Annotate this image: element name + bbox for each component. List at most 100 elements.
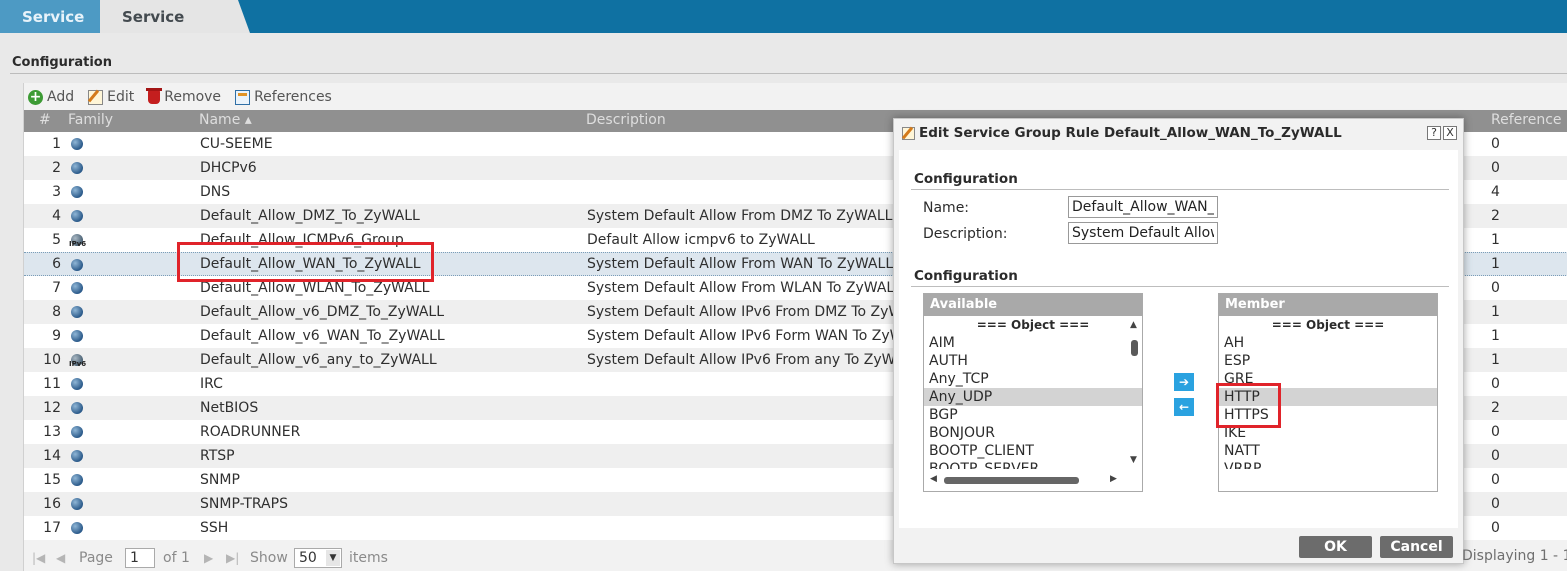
row-number: 7 xyxy=(52,280,61,296)
tab-service[interactable]: Service xyxy=(0,0,100,33)
member-option[interactable]: AH xyxy=(1219,334,1437,352)
ipv6-tag: IPv6 xyxy=(69,240,87,248)
row-number: 3 xyxy=(52,184,61,200)
col-header-reference[interactable]: Reference xyxy=(1491,112,1562,128)
items-per-page-value: 50 xyxy=(299,550,317,566)
globe-icon xyxy=(71,522,83,534)
row-name: DNS xyxy=(200,184,231,200)
available-option[interactable]: BOOTP_CLIENT xyxy=(924,442,1142,460)
available-option[interactable]: Any_UDP xyxy=(924,388,1142,406)
scroll-thumb[interactable] xyxy=(944,477,1079,484)
col-header-num[interactable]: # xyxy=(39,112,51,128)
prev-page-icon[interactable]: ◀ xyxy=(56,545,65,571)
close-button[interactable]: X xyxy=(1443,126,1457,140)
toolbar: + Add Edit Remove References xyxy=(28,86,332,108)
row-number: 1 xyxy=(52,136,61,152)
row-number: 16 xyxy=(43,496,61,512)
name-field[interactable] xyxy=(1068,196,1218,218)
description-label: Description: xyxy=(923,226,1008,242)
available-option[interactable]: BGP xyxy=(924,406,1142,424)
row-description: System Default Allow IPv6 From DMZ To Zy… xyxy=(587,304,897,320)
arrow-right-icon: ➔ xyxy=(1178,375,1190,389)
row-name: DHCPv6 xyxy=(200,160,257,176)
row-number: 9 xyxy=(52,328,61,344)
show-label: Show xyxy=(250,550,288,566)
available-option[interactable]: AIM xyxy=(924,334,1142,352)
ipv6-tag: IPv6 xyxy=(69,360,87,368)
row-reference: 0 xyxy=(1491,376,1500,392)
row-reference: 4 xyxy=(1491,184,1500,200)
member-option[interactable]: NATT xyxy=(1219,442,1437,460)
references-button[interactable]: References xyxy=(235,89,332,105)
tab-service-group[interactable]: Service Group xyxy=(100,0,250,33)
dialog-title-bar: Edit Service Group Rule Default_Allow_WA… xyxy=(902,125,1342,141)
tab-bar: Service Service Group xyxy=(0,0,1567,33)
last-page-icon[interactable]: ▶| xyxy=(226,545,239,571)
available-list[interactable]: Available === Object === AIM AUTH Any_TCP An… xyxy=(923,293,1143,492)
row-reference: 0 xyxy=(1491,520,1500,536)
scroll-left-icon[interactable]: ◀ xyxy=(930,474,937,484)
globe-icon xyxy=(71,282,83,294)
row-reference: 0 xyxy=(1491,472,1500,488)
row-reference: 1 xyxy=(1491,328,1500,344)
name-label: Name: xyxy=(923,200,970,216)
available-option[interactable]: Any_TCP xyxy=(924,370,1142,388)
add-button[interactable]: + Add xyxy=(28,89,74,105)
row-number: 2 xyxy=(52,160,61,176)
scroll-up-icon[interactable]: ▲ xyxy=(1130,320,1137,330)
move-to-member-button[interactable]: ➔ xyxy=(1174,373,1194,391)
items-per-page-select[interactable]: 50 ▼ xyxy=(294,548,342,568)
scroll-thumb[interactable] xyxy=(1131,340,1138,356)
chevron-down-icon: ▼ xyxy=(326,550,340,566)
references-icon xyxy=(235,89,251,105)
available-vertical-scrollbar[interactable]: ▲ ▼ xyxy=(1126,316,1142,469)
next-page-icon[interactable]: ▶ xyxy=(204,545,213,571)
cancel-button[interactable]: Cancel xyxy=(1380,536,1453,558)
row-name: IRC xyxy=(200,376,223,392)
move-to-available-button[interactable]: ← xyxy=(1174,398,1194,416)
available-option[interactable]: AUTH xyxy=(924,352,1142,370)
remove-button[interactable]: Remove xyxy=(146,88,221,105)
arrow-left-icon: ← xyxy=(1178,400,1190,414)
page-input[interactable]: 1 xyxy=(125,548,155,568)
globe-icon xyxy=(71,378,83,390)
col-header-name[interactable]: Name ▴ xyxy=(199,112,252,128)
first-page-icon[interactable]: |◀ xyxy=(32,545,45,571)
ok-button[interactable]: OK xyxy=(1299,536,1372,558)
col-header-family[interactable]: Family xyxy=(68,112,113,128)
members-section-divider xyxy=(911,286,1449,287)
globe-icon xyxy=(71,450,83,462)
globe-icon xyxy=(71,162,83,174)
row-reference: 1 xyxy=(1491,304,1500,320)
available-horizontal-scrollbar[interactable]: ◀ ▶ xyxy=(924,469,1142,491)
displaying-count: Displaying 1 - 17 xyxy=(1462,548,1567,564)
row-reference: 0 xyxy=(1491,424,1500,440)
edit-label: Edit xyxy=(107,89,135,105)
globe-icon xyxy=(71,426,83,438)
row-name: NetBIOS xyxy=(200,400,259,416)
dialog-content: Configuration Name: Description: Configu… xyxy=(899,150,1458,528)
references-label: References xyxy=(254,89,332,105)
scroll-right-icon[interactable]: ▶ xyxy=(1110,474,1117,484)
col-header-description[interactable]: Description xyxy=(586,112,666,128)
highlight-box-row-name xyxy=(177,242,434,282)
help-button[interactable]: ? xyxy=(1427,126,1441,140)
row-description: System Default Allow From WAN To ZyWALL xyxy=(587,256,894,272)
add-label: Add xyxy=(47,89,75,105)
row-description: System Default Allow From WLAN To ZyWALL xyxy=(587,280,897,296)
row-number: 5 xyxy=(52,232,61,248)
available-option[interactable]: BOOTP_SERVER xyxy=(924,460,1142,469)
available-object-separator: === Object === xyxy=(976,318,1090,332)
row-reference: 1 xyxy=(1491,256,1500,272)
scroll-down-icon[interactable]: ▼ xyxy=(1130,455,1137,465)
available-option[interactable]: BONJOUR xyxy=(924,424,1142,442)
description-field[interactable] xyxy=(1068,222,1218,244)
edit-button[interactable]: Edit xyxy=(88,89,134,105)
row-number: 15 xyxy=(43,472,61,488)
member-option[interactable]: ESP xyxy=(1219,352,1437,370)
globe-icon xyxy=(71,138,83,150)
available-list-body: === Object === AIM AUTH Any_TCP Any_UDP BGP BO… xyxy=(924,316,1142,469)
row-reference: 2 xyxy=(1491,400,1500,416)
member-option[interactable]: VRRP xyxy=(1219,460,1437,469)
row-name: CU-SEEME xyxy=(200,136,273,152)
